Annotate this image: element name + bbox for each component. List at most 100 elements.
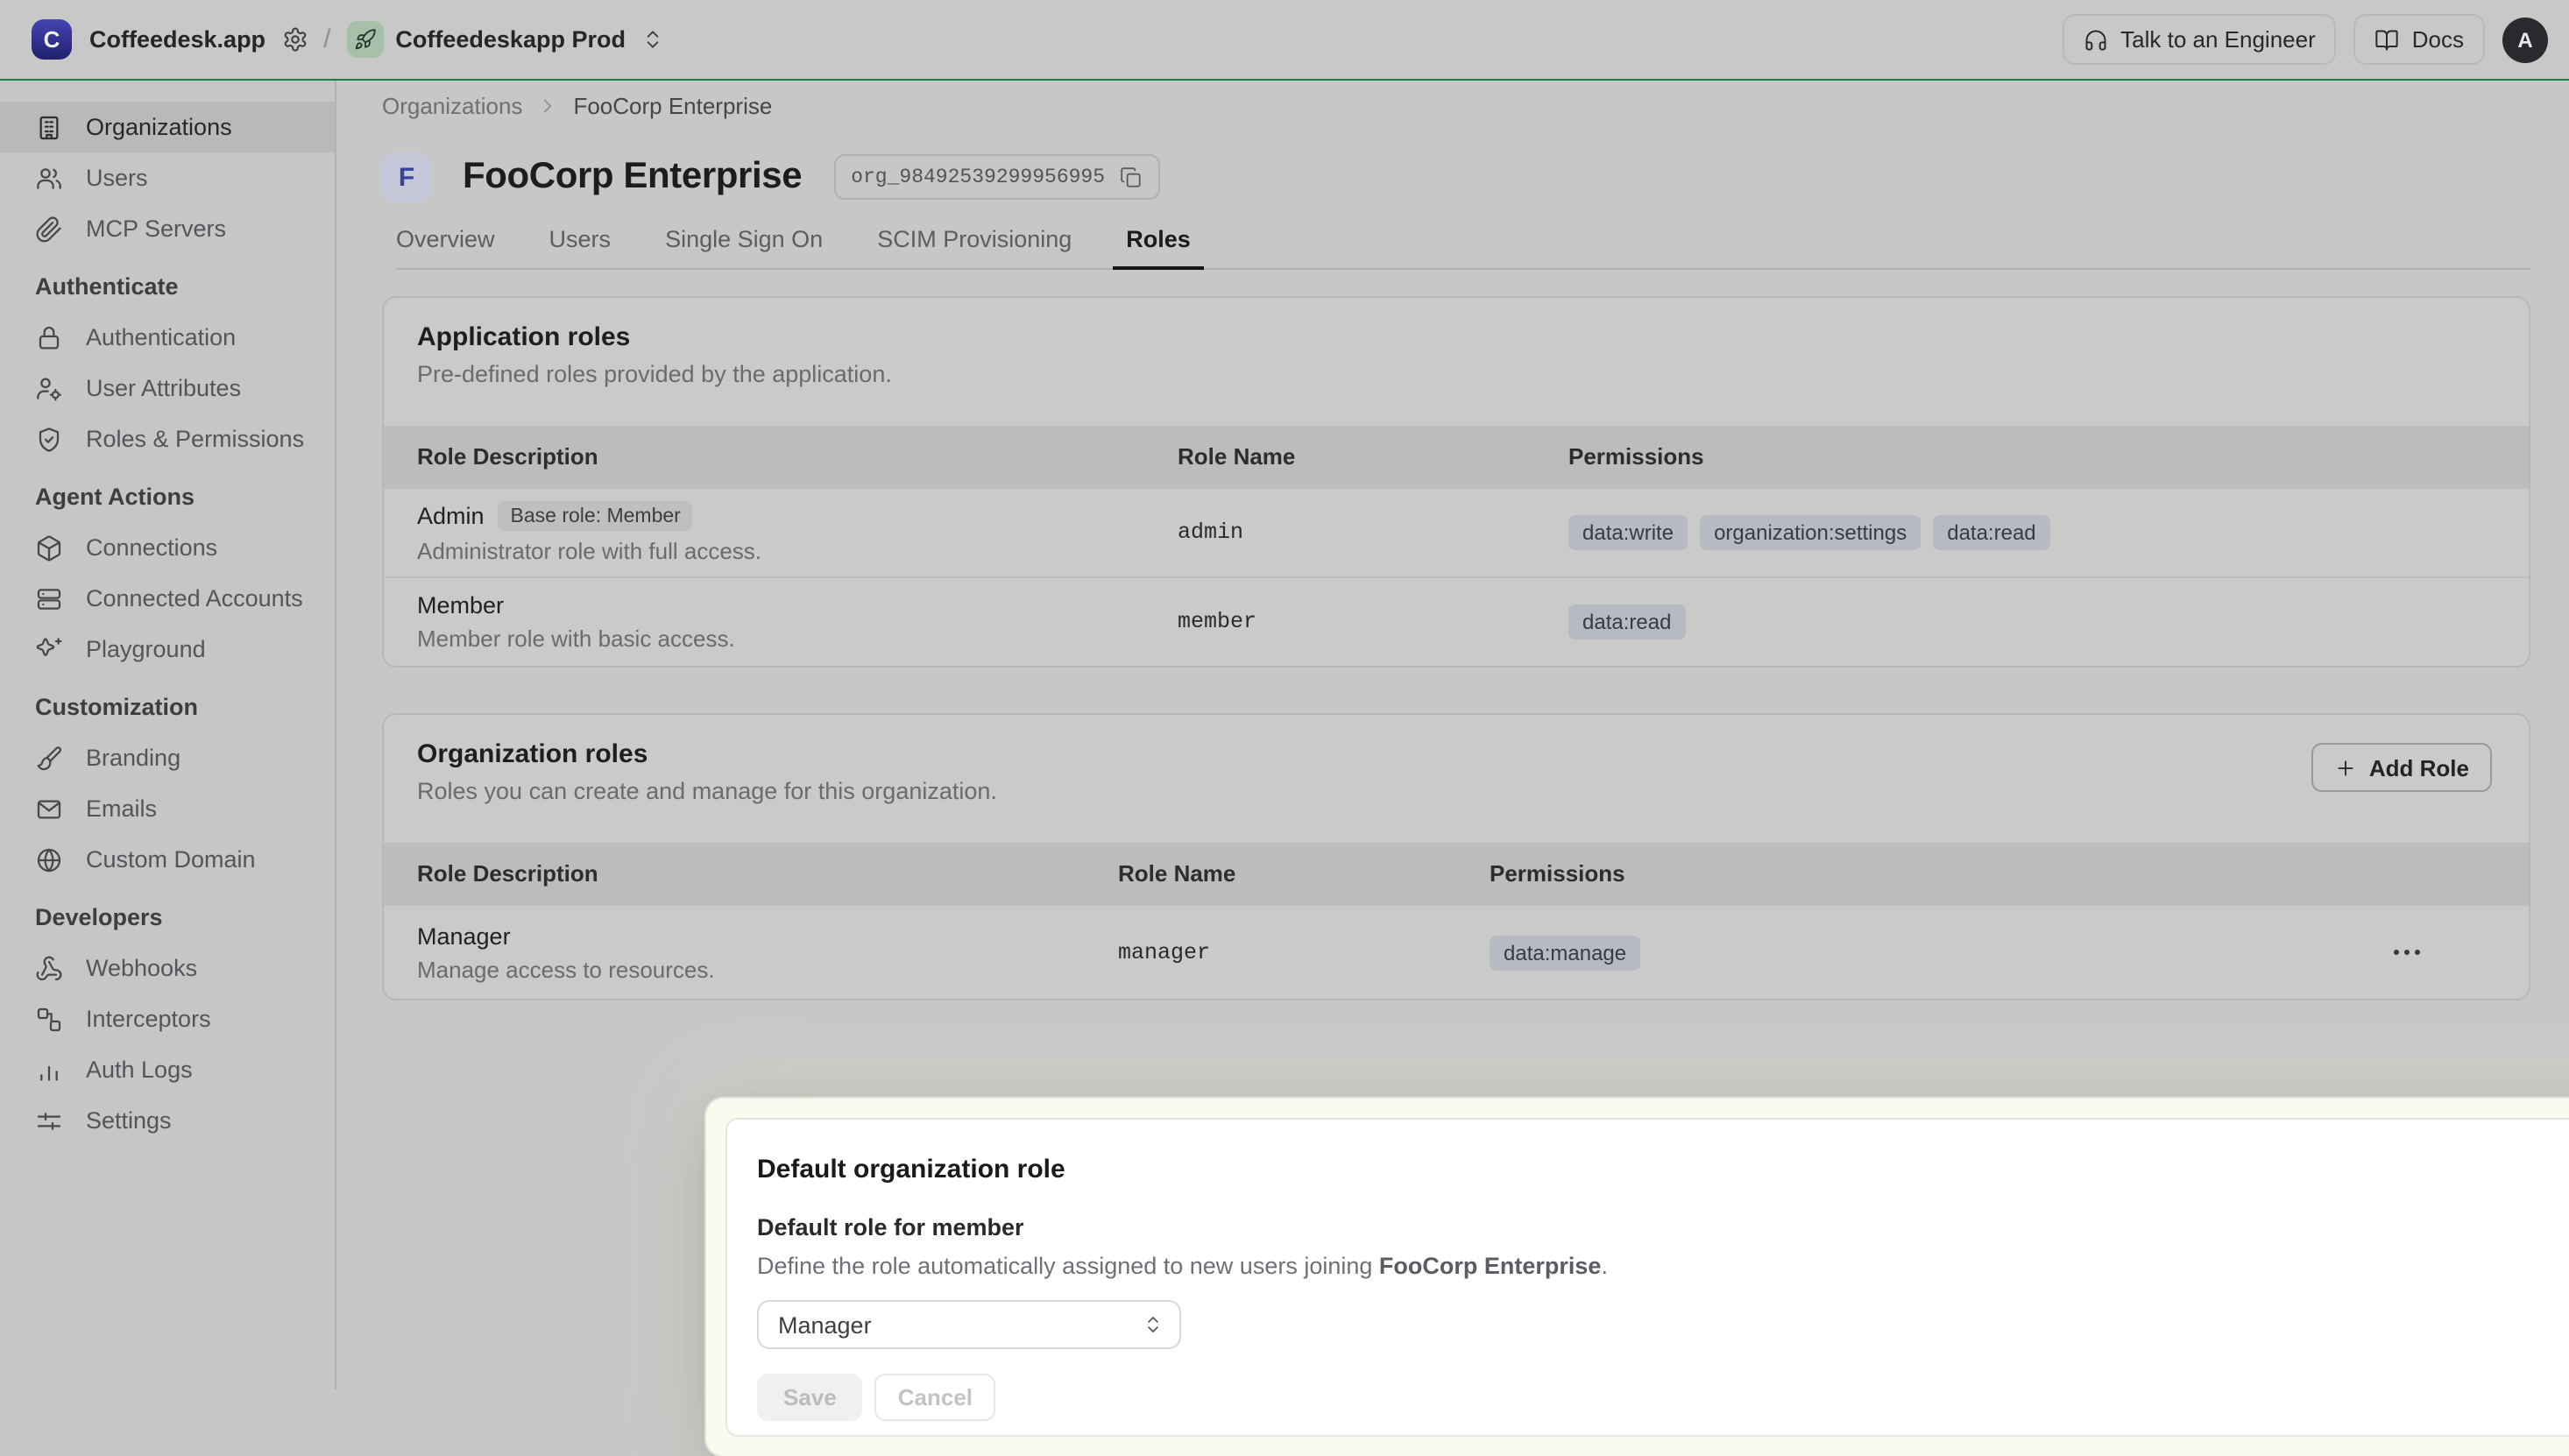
- default-role-description: Define the role automatically assigned t…: [757, 1253, 2569, 1279]
- role-description: Member role with basic access.: [417, 626, 1144, 652]
- permission-badge: organization:settings: [1700, 515, 1921, 550]
- sidebar-item-label: Interceptors: [86, 1006, 211, 1032]
- tab-overview[interactable]: Overview: [396, 226, 495, 268]
- tab-scim-provisioning[interactable]: SCIM Provisioning: [877, 226, 1072, 268]
- nodes-icon: [35, 1005, 63, 1033]
- docs-button[interactable]: Docs: [2354, 14, 2485, 65]
- sidebar-item-organizations[interactable]: Organizations: [0, 102, 335, 152]
- col-role-name: Role Name: [1144, 443, 1535, 470]
- sidebar-item-label: Settings: [86, 1107, 172, 1134]
- cancel-button[interactable]: Cancel: [875, 1374, 995, 1421]
- row-actions-menu[interactable]: [2266, 950, 2529, 955]
- sidebar-item-emails[interactable]: Emails: [0, 783, 335, 834]
- rocket-icon: [346, 21, 383, 58]
- default-role-select[interactable]: Manager: [757, 1300, 1181, 1349]
- role-slug: member: [1144, 610, 1535, 634]
- role-description: Administrator role with full access.: [417, 538, 1144, 564]
- sidebar-item-custom-domain[interactable]: Custom Domain: [0, 834, 335, 885]
- sidebar-item-label: MCP Servers: [86, 216, 226, 242]
- sidebar-item-connected-accounts[interactable]: Connected Accounts: [0, 573, 335, 624]
- sidebar-item-users[interactable]: Users: [0, 152, 335, 203]
- sidebar-section-developers: Developers: [0, 892, 335, 943]
- role-name: Manager: [417, 922, 511, 949]
- sidebar-item-label: Custom Domain: [86, 846, 256, 873]
- organization-roles-title: Organization roles: [417, 739, 2495, 769]
- role-name: Admin: [417, 503, 485, 529]
- application-roles-subtitle: Pre-defined roles provided by the applic…: [417, 361, 2495, 387]
- tab-single-sign-on[interactable]: Single Sign On: [665, 226, 823, 268]
- sidebar-item-label: Auth Logs: [86, 1057, 193, 1083]
- sidebar-item-roles-permissions[interactable]: Roles & Permissions: [0, 413, 335, 464]
- permission-badge: data:read: [1568, 604, 1685, 640]
- book-icon: [2375, 27, 2400, 52]
- add-role-button[interactable]: Add Role: [2311, 743, 2492, 792]
- app-name: Coffeedesk.app: [89, 26, 265, 53]
- chevrons-up-down-icon: [641, 28, 664, 51]
- app-root: C Coffeedesk.app / Coffeedeskapp Prod Ta…: [0, 0, 2569, 1391]
- breadcrumb-slash: /: [323, 25, 330, 54]
- select-value: Manager: [778, 1311, 872, 1338]
- paperclip-icon: [35, 215, 63, 243]
- table-row: Manager Manage access to resources. mana…: [384, 904, 2529, 999]
- org-name-bold: FooCorp Enterprise: [1379, 1253, 1602, 1279]
- tab-roles[interactable]: Roles: [1126, 226, 1191, 268]
- sidebar-item-playground[interactable]: Playground: [0, 624, 335, 675]
- role-description: Manage access to resources.: [417, 956, 1085, 982]
- sidebar-item-mcp-servers[interactable]: MCP Servers: [0, 203, 335, 254]
- sidebar-item-branding[interactable]: Branding: [0, 732, 335, 783]
- chevrons-up-down-icon: [1143, 1314, 1164, 1335]
- save-button[interactable]: Save: [757, 1374, 863, 1421]
- sidebar-item-auth-logs[interactable]: Auth Logs: [0, 1044, 335, 1095]
- plus-icon: [2334, 756, 2357, 779]
- org-avatar: F: [382, 152, 431, 201]
- environment-name: Coffeedeskapp Prod: [395, 26, 626, 53]
- col-role-name: Role Name: [1085, 860, 1456, 887]
- sidebar-item-interceptors[interactable]: Interceptors: [0, 993, 335, 1044]
- sidebar-item-label: User Attributes: [86, 375, 241, 401]
- col-permissions: Permissions: [1535, 443, 2529, 470]
- sidebar-item-settings[interactable]: Settings: [0, 1095, 335, 1146]
- lock-icon: [35, 323, 63, 351]
- organization-roles-card: Organization roles Roles you can create …: [382, 713, 2530, 1000]
- sidebar-item-label: Authentication: [86, 324, 236, 350]
- mail-icon: [35, 795, 63, 823]
- sidebar: Organizations Users MCP Servers Authenti…: [0, 81, 336, 1389]
- sidebar-section-agent-actions: Agent Actions: [0, 471, 335, 522]
- org-id-chip: org_98492539299956995: [833, 154, 1159, 200]
- main-content: Organizations FooCorp Enterprise F FooCo…: [336, 81, 2569, 1389]
- tab-users[interactable]: Users: [549, 226, 612, 268]
- sidebar-item-connections[interactable]: Connections: [0, 522, 335, 573]
- sidebar-item-label: Users: [86, 165, 148, 191]
- permission-badge: data:read: [1933, 515, 2049, 550]
- table-header: Role Description Role Name Permissions: [384, 843, 2529, 904]
- sidebar-item-webhooks[interactable]: Webhooks: [0, 943, 335, 993]
- shield-check-icon: [35, 425, 63, 453]
- user-avatar[interactable]: A: [2502, 17, 2548, 62]
- sidebar-section-authenticate: Authenticate: [0, 261, 335, 312]
- default-role-title: Default organization role: [757, 1155, 2569, 1184]
- sidebar-section-customization: Customization: [0, 682, 335, 732]
- table-row: Member Member role with basic access. me…: [384, 576, 2529, 666]
- sidebar-item-label: Playground: [86, 636, 206, 662]
- role-slug: manager: [1085, 940, 1456, 965]
- sliders-icon: [35, 1106, 63, 1134]
- globe-icon: [35, 845, 63, 873]
- default-role-spotlight-card: Default organization role Default role f…: [706, 1099, 2569, 1456]
- app-logo[interactable]: C: [32, 19, 72, 60]
- permission-badge: data:write: [1568, 515, 1688, 550]
- copy-icon[interactable]: [1119, 166, 1142, 188]
- table-row: Admin Base role: Member Administrator ro…: [384, 487, 2529, 576]
- sidebar-item-user-attributes[interactable]: User Attributes: [0, 363, 335, 413]
- tab-bar: Overview Users Single Sign On SCIM Provi…: [396, 226, 2530, 270]
- sidebar-item-authentication[interactable]: Authentication: [0, 312, 335, 363]
- sidebar-item-label: Connected Accounts: [86, 585, 303, 611]
- col-permissions: Permissions: [1456, 860, 2266, 887]
- breadcrumb-organizations[interactable]: Organizations: [382, 92, 522, 118]
- breadcrumb: Organizations FooCorp Enterprise: [382, 89, 2530, 121]
- organization-roles-subtitle: Roles you can create and manage for this…: [417, 778, 2495, 804]
- environment-switcher[interactable]: Coffeedeskapp Prod: [346, 21, 664, 58]
- sidebar-item-label: Organizations: [86, 114, 232, 140]
- application-roles-card: Application roles Pre-defined roles prov…: [382, 296, 2530, 668]
- talk-to-engineer-button[interactable]: Talk to an Engineer: [2063, 14, 2337, 65]
- gear-icon[interactable]: [281, 26, 308, 53]
